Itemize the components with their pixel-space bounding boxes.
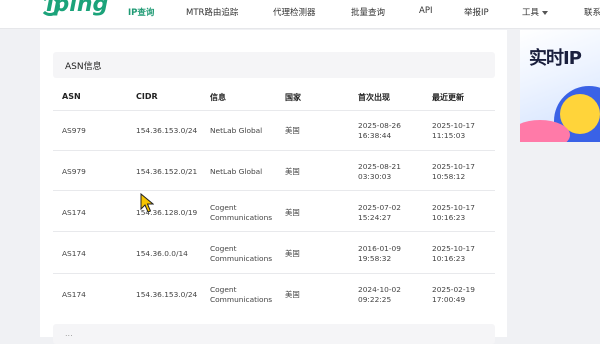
promo-banner[interactable]: 实时IP	[520, 30, 600, 142]
cell-cidr: 154.36.0.0/14	[136, 249, 188, 258]
cell-first-time: 19:58:32	[358, 254, 392, 263]
nav-ip-lookup[interactable]: IP查询	[128, 6, 154, 18]
cell-last-date: 2025-10-17	[432, 203, 475, 212]
cell-asn: AS979	[62, 167, 86, 176]
cell-first-date: 2016-01-09	[358, 244, 401, 253]
nav-batch-query[interactable]: 批量查询	[351, 6, 385, 18]
cell-asn: AS174	[62, 249, 86, 258]
chevron-down-icon	[542, 10, 549, 15]
cell-last-time: 10:16:23	[432, 254, 466, 263]
row-divider	[53, 190, 495, 191]
nav-tools-dropdown[interactable]: 工具	[522, 6, 549, 18]
cell-cidr: 154.36.153.0/24	[136, 126, 198, 135]
cell-info: NetLab Global	[210, 126, 263, 135]
cell-last-time: 17:00:49	[432, 295, 466, 304]
cell-first-date: 2025-08-26	[358, 121, 401, 130]
cell-country: 美国	[285, 249, 300, 258]
col-header-asn: ASN	[62, 92, 81, 101]
cell-info-line1: Cogent	[210, 203, 237, 212]
cell-first-time: 09:22:25	[358, 295, 392, 304]
cell-first-time: 15:24:27	[358, 213, 392, 222]
cell-last-time: 10:58:12	[432, 172, 466, 181]
cell-last-time: 10:16:23	[432, 213, 466, 222]
cell-asn: AS174	[62, 208, 86, 217]
cell-last-time: 11:15:03	[432, 131, 466, 140]
cell-info-line2: Communications	[210, 213, 273, 222]
asn-section-title: ASN信息	[65, 62, 102, 72]
cell-info-line1: Cogent	[210, 285, 237, 294]
row-divider	[53, 231, 495, 232]
cell-first-time: 03:30:03	[358, 172, 392, 181]
asn-section-header: ASN信息	[53, 52, 495, 78]
col-header-first-seen: 首次出现	[358, 93, 390, 102]
col-header-last-updated: 最近更新	[432, 93, 464, 102]
row-divider	[53, 110, 495, 111]
cell-last-date: 2025-10-17	[432, 121, 475, 130]
cell-first-date: 2024-10-02	[358, 285, 401, 294]
asn-info-card: ASN信息 ASN CIDR 信息 国家 首次出现 最近更新 AS979 154…	[40, 30, 507, 344]
nav-tools-label: 工具	[522, 8, 540, 18]
nav-mtr-trace[interactable]: MTR路由追踪	[186, 6, 238, 18]
promo-banner-text: 实时IP	[529, 48, 582, 69]
nav-contact[interactable]: 联系	[584, 6, 600, 18]
cell-info-line1: Cogent	[210, 244, 237, 253]
mouse-cursor-icon	[140, 193, 154, 213]
cell-country: 美国	[285, 126, 300, 135]
row-divider	[53, 273, 495, 274]
col-header-country: 国家	[285, 93, 301, 102]
nav-proxy-checker[interactable]: 代理检测器	[273, 6, 316, 18]
row-divider	[53, 150, 495, 151]
cell-first-time: 16:38:44	[358, 131, 392, 140]
cell-first-date: 2025-08-21	[358, 162, 401, 171]
next-section-header: ...	[53, 324, 495, 344]
nav-report-ip[interactable]: 举报IP	[464, 6, 489, 18]
cell-cidr: 154.36.152.0/21	[136, 167, 198, 176]
cell-first-date: 2025-07-02	[358, 203, 401, 212]
cell-last-date: 2025-02-19	[432, 285, 475, 294]
top-navigation-bar: iping IP查询 MTR路由追踪 代理检测器 批量查询 API 举报IP 工…	[0, 0, 600, 29]
cell-asn: AS979	[62, 126, 86, 135]
cell-country: 美国	[285, 208, 300, 217]
col-header-info: 信息	[210, 93, 226, 102]
cell-last-date: 2025-10-17	[432, 162, 475, 171]
logo-text: iping	[46, 0, 109, 17]
col-header-cidr: CIDR	[136, 92, 158, 101]
cell-asn: AS174	[62, 290, 86, 299]
cell-info-line2: Communications	[210, 254, 273, 263]
cell-info: NetLab Global	[210, 167, 263, 176]
nav-api[interactable]: API	[419, 6, 432, 16]
cell-info-line2: Communications	[210, 295, 273, 304]
cell-country: 美国	[285, 167, 300, 176]
cell-country: 美国	[285, 290, 300, 299]
cell-last-date: 2025-10-17	[432, 244, 475, 253]
cell-cidr: 154.36.153.0/24	[136, 290, 198, 299]
